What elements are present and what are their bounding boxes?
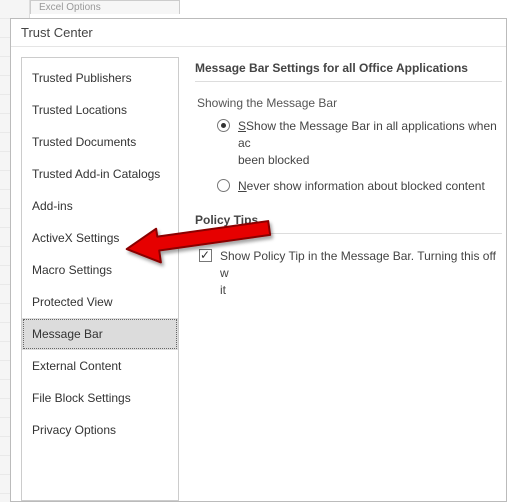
sidebar-item-trusted-locations[interactable]: Trusted Locations (22, 94, 178, 126)
sidebar-item-file-block-settings[interactable]: File Block Settings (22, 382, 178, 414)
section-policy-tips: Policy Tips (195, 213, 502, 234)
radio-icon[interactable] (217, 179, 230, 192)
radio-label: SShow the Message Bar in all application… (238, 118, 502, 168)
radio-never-show-info[interactable]: Never show information about blocked con… (217, 178, 502, 195)
sidebar-item-trusted-publishers[interactable]: Trusted Publishers (22, 62, 178, 94)
checkbox-icon[interactable] (199, 249, 212, 262)
checkbox-label: Show Policy Tip in the Message Bar. Turn… (220, 248, 502, 298)
sidebar-item-macro-settings[interactable]: Macro Settings (22, 254, 178, 286)
window-title: Trust Center (21, 25, 93, 40)
radio-icon[interactable] (217, 119, 230, 132)
sidebar-item-activex-settings[interactable]: ActiveX Settings (22, 222, 178, 254)
sidebar-item-protected-view[interactable]: Protected View (22, 286, 178, 318)
subheading-showing-message-bar: Showing the Message Bar (197, 96, 502, 110)
settings-content: Message Bar Settings for all Office Appl… (191, 57, 506, 501)
sidebar-item-add-ins[interactable]: Add-ins (22, 190, 178, 222)
section-message-bar-settings: Message Bar Settings for all Office Appl… (195, 61, 502, 82)
window-titlebar: Trust Center (11, 19, 506, 47)
sidebar-item-trusted-documents[interactable]: Trusted Documents (22, 126, 178, 158)
checkbox-show-policy-tip[interactable]: Show Policy Tip in the Message Bar. Turn… (199, 248, 502, 298)
background-window-tab: Excel Options (30, 0, 180, 14)
category-sidebar: Trusted Publishers Trusted Locations Tru… (21, 57, 179, 501)
radio-label: Never show information about blocked con… (238, 178, 485, 195)
radio-show-message-bar[interactable]: SShow the Message Bar in all application… (217, 118, 502, 168)
trust-center-window: Trust Center Trusted Publishers Trusted … (10, 18, 507, 502)
sidebar-item-trusted-addin-catalogs[interactable]: Trusted Add-in Catalogs (22, 158, 178, 190)
sidebar-item-message-bar[interactable]: Message Bar (22, 318, 178, 350)
sidebar-item-privacy-options[interactable]: Privacy Options (22, 414, 178, 446)
sidebar-item-external-content[interactable]: External Content (22, 350, 178, 382)
window-body: Trusted Publishers Trusted Locations Tru… (11, 47, 506, 501)
